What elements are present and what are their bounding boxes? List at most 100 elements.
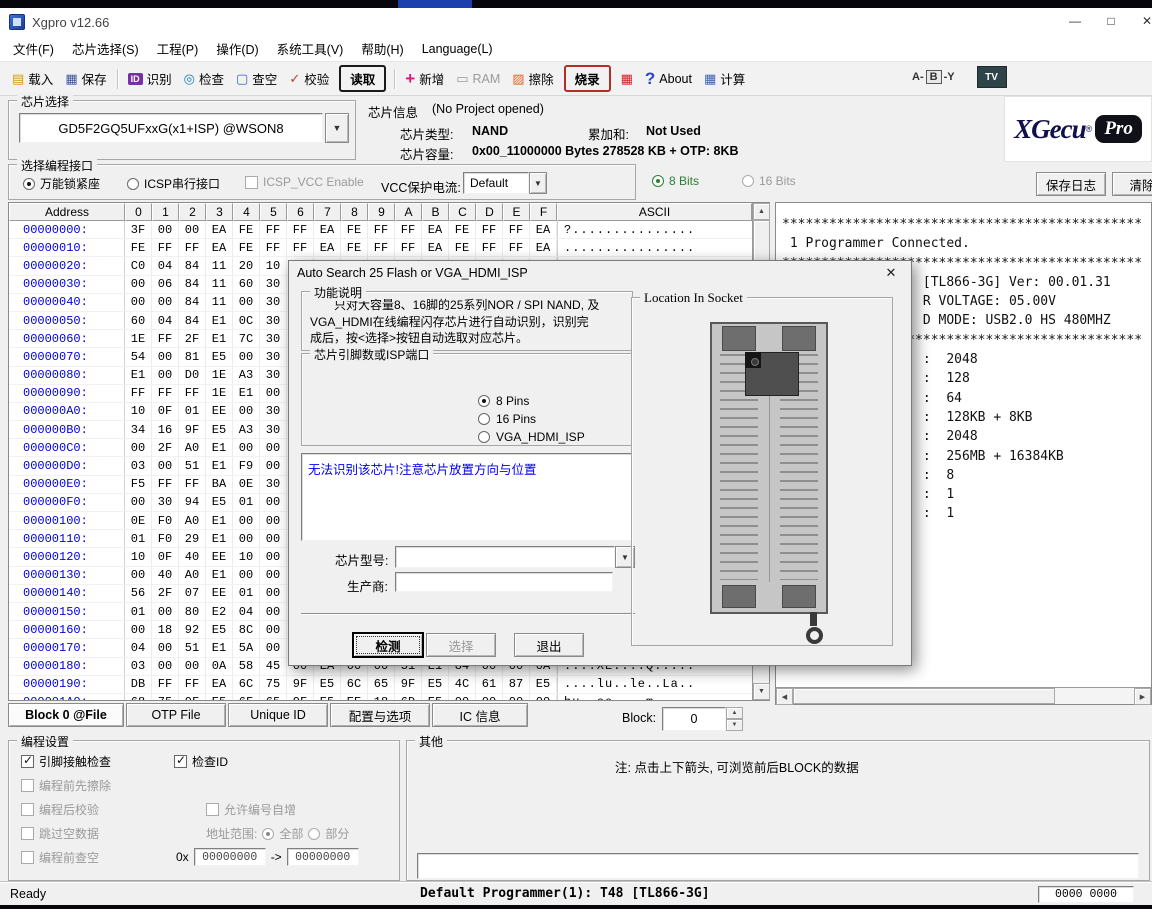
hex-byte-cell[interactable]: FF [152, 676, 179, 693]
hex-byte-cell[interactable]: 29 [179, 530, 206, 547]
hex-byte-cell[interactable]: 54 [125, 348, 152, 365]
hex-byte-cell[interactable]: E5 [206, 694, 233, 700]
chip-model-value[interactable] [395, 546, 615, 568]
hex-byte-cell[interactable]: 00 [233, 567, 260, 584]
hex-byte-cell[interactable]: FE [233, 221, 260, 238]
checkbox-pin-check[interactable]: 引脚接触检查 [21, 753, 111, 770]
hex-byte-cell[interactable]: FE [125, 239, 152, 256]
hex-byte-cell[interactable]: 0A [206, 658, 233, 675]
hex-byte-cell[interactable]: FE [341, 221, 368, 238]
hex-byte-cell[interactable]: 07 [179, 585, 206, 602]
hex-byte-cell[interactable]: 30 [260, 476, 287, 493]
hex-byte-cell[interactable]: A0 [179, 439, 206, 456]
hex-byte-cell[interactable]: FF [503, 221, 530, 238]
hex-byte-cell[interactable]: 01 [233, 585, 260, 602]
hex-byte-cell[interactable]: 9F [395, 676, 422, 693]
tab-1[interactable]: Block 0 @File [8, 703, 124, 727]
radio-8bits[interactable]: 8 Bits [652, 174, 699, 188]
pin-option-3[interactable]: VGA_HDMI_ISP [478, 428, 585, 446]
hex-byte-cell[interactable]: E2 [206, 603, 233, 620]
hex-byte-cell[interactable]: E5 [206, 421, 233, 438]
hex-byte-cell[interactable]: 00 [260, 621, 287, 638]
hex-byte-cell[interactable]: FF [179, 385, 206, 402]
hex-byte-cell[interactable]: 03 [125, 457, 152, 474]
hex-byte-cell[interactable]: 80 [179, 603, 206, 620]
hex-byte-cell[interactable]: FF [152, 385, 179, 402]
hex-byte-cell[interactable]: 00 [125, 439, 152, 456]
checkbox-verify-after[interactable]: 编程后校验 [21, 801, 99, 818]
radio-icon[interactable] [262, 828, 274, 840]
hex-byte-cell[interactable]: E1 [206, 457, 233, 474]
toolbar-button-about[interactable]: ?About [639, 68, 698, 89]
hex-byte-cell[interactable]: 75 [260, 676, 287, 693]
hex-byte-cell[interactable]: 6C [341, 676, 368, 693]
menu-item-4[interactable]: 操作(D) [207, 36, 267, 61]
block-value[interactable]: 0 [662, 707, 726, 731]
hex-ascii-cell[interactable]: ....lu..le..La.. [557, 676, 752, 693]
hex-byte-cell[interactable]: 11 [206, 294, 233, 311]
hex-byte-cell[interactable]: E5 [422, 694, 449, 700]
scroll-up-icon[interactable]: ▲ [753, 203, 770, 220]
hex-byte-cell[interactable]: 01 [125, 603, 152, 620]
hex-byte-cell[interactable]: 10 [125, 548, 152, 565]
hex-byte-cell[interactable]: A3 [233, 421, 260, 438]
hex-byte-cell[interactable]: 5A [233, 639, 260, 656]
hex-byte-cell[interactable]: FF [179, 676, 206, 693]
hex-byte-cell[interactable]: 06 [152, 276, 179, 293]
hex-byte-cell[interactable]: 00 [260, 639, 287, 656]
hex-byte-cell[interactable]: FF [287, 221, 314, 238]
checkbox-skip-blank[interactable]: 跳过空数据 [21, 825, 99, 842]
hex-byte-cell[interactable]: FE [233, 239, 260, 256]
hex-byte-cell[interactable]: FE [341, 239, 368, 256]
toolbar-button-save[interactable]: ▦保存 [59, 66, 112, 91]
hex-byte-cell[interactable]: 00 [152, 367, 179, 384]
hex-byte-cell[interactable]: EA [206, 221, 233, 238]
hex-byte-cell[interactable]: 18 [368, 694, 395, 700]
hex-byte-cell[interactable]: 00 [125, 567, 152, 584]
hex-byte-cell[interactable]: FF [395, 239, 422, 256]
hex-byte-cell[interactable]: E1 [206, 330, 233, 347]
hex-byte-cell[interactable]: 00 [233, 512, 260, 529]
hex-byte-cell[interactable]: E1 [206, 439, 233, 456]
hex-byte-cell[interactable]: FF [476, 221, 503, 238]
toolbar-button-check[interactable]: ◎检查 [178, 66, 230, 91]
tab-4[interactable]: 配置与选项 [330, 703, 430, 727]
hex-byte-cell[interactable]: 00 [449, 694, 476, 700]
minimize-button[interactable]: — [1058, 9, 1092, 33]
hex-byte-cell[interactable]: 00 [503, 694, 530, 700]
hex-byte-cell[interactable]: 2F [152, 585, 179, 602]
toolbar-button-ic-pins[interactable]: ▦ [615, 69, 639, 88]
select-button[interactable]: 选择 [426, 633, 496, 657]
hex-byte-cell[interactable]: 00 [260, 567, 287, 584]
hex-byte-cell[interactable]: 00 [233, 348, 260, 365]
vcc-dropdown-icon[interactable]: ▼ [529, 172, 547, 194]
hex-byte-cell[interactable]: F0 [152, 512, 179, 529]
hex-byte-cell[interactable]: 3F [125, 221, 152, 238]
hex-byte-cell[interactable]: EE [206, 585, 233, 602]
hex-byte-cell[interactable]: 0E [233, 476, 260, 493]
hex-byte-cell[interactable]: 0C [233, 312, 260, 329]
address-from-input[interactable] [194, 848, 266, 866]
hex-byte-cell[interactable]: 0F [152, 403, 179, 420]
hex-byte-cell[interactable]: 00 [152, 457, 179, 474]
scroll-right-icon[interactable]: ▶ [1134, 688, 1151, 705]
hex-byte-cell[interactable]: 00 [152, 603, 179, 620]
hex-byte-cell[interactable]: 1E [206, 385, 233, 402]
menu-item-5[interactable]: 系统工具(V) [268, 36, 353, 61]
hex-byte-cell[interactable]: D0 [179, 367, 206, 384]
hex-byte-cell[interactable]: E1 [125, 367, 152, 384]
hex-byte-cell[interactable]: EE [341, 694, 368, 700]
hex-byte-cell[interactable]: 00 [152, 658, 179, 675]
hex-byte-cell[interactable]: 87 [503, 676, 530, 693]
hex-byte-cell[interactable]: E1 [206, 567, 233, 584]
hex-byte-cell[interactable]: 04 [152, 312, 179, 329]
hex-byte-cell[interactable]: E1 [206, 512, 233, 529]
checkbox-auto-serial[interactable]: 允许编号自增 [206, 801, 296, 818]
hex-byte-cell[interactable]: EA [314, 221, 341, 238]
hex-byte-cell[interactable]: 30 [260, 294, 287, 311]
hex-byte-cell[interactable]: F0 [152, 530, 179, 547]
spin-down-icon[interactable]: ▼ [726, 719, 743, 731]
hex-ascii-cell[interactable]: ................ [557, 239, 752, 256]
hex-byte-cell[interactable]: E5 [314, 694, 341, 700]
hex-byte-cell[interactable]: 00 [260, 603, 287, 620]
